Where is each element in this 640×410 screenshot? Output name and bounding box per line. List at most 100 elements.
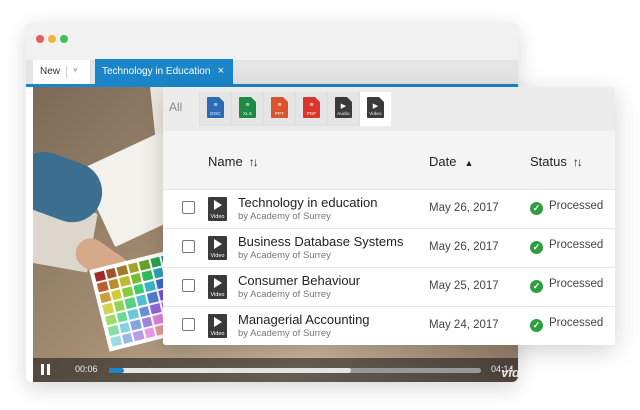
color-swatch — [113, 300, 125, 312]
xls-file-icon: ≡ XLS — [239, 97, 256, 118]
color-swatch — [130, 273, 142, 285]
filter-doc-button[interactable]: ≡ DOC — [199, 92, 231, 126]
close-window-button[interactable] — [36, 35, 44, 43]
filter-audio-button[interactable]: ▶ Audio — [327, 92, 359, 126]
tab-technology-in-education[interactable]: Technology in Education × — [95, 59, 233, 85]
file-glyph: ≡ — [245, 102, 250, 109]
color-swatch — [144, 281, 156, 293]
row-byline: by Academy of Surrey — [238, 289, 331, 300]
status-label: Processed — [549, 200, 604, 212]
column-header-label: Name — [208, 154, 243, 169]
color-swatch — [127, 308, 139, 320]
maximize-window-button[interactable] — [60, 35, 68, 43]
file-type-tag: Video — [210, 214, 225, 220]
play-icon — [214, 239, 222, 249]
row-checkbox[interactable] — [182, 201, 195, 214]
color-swatch — [129, 319, 142, 331]
color-swatch — [149, 256, 162, 268]
window-titlebar — [26, 22, 518, 60]
filter-xls-button[interactable]: ≡ XLS — [231, 92, 263, 126]
color-swatch — [143, 327, 156, 339]
media-list-panel: All ≡ DOC ≡ XLS ≡ PPT ≡ PDF ▶ Audio ▶ Video Name ↑↓ … — [163, 87, 615, 345]
video-file-icon: Video — [208, 314, 227, 338]
color-swatch — [141, 270, 153, 282]
color-swatch — [141, 316, 153, 328]
row-status: ✓ Processed — [530, 278, 603, 293]
column-header-label: Date — [429, 154, 457, 169]
color-swatch — [116, 311, 128, 323]
row-date: May 26, 2017 — [429, 202, 499, 214]
video-file-icon: Video — [208, 197, 227, 221]
color-swatch — [102, 303, 114, 315]
row-checkbox[interactable] — [182, 279, 195, 292]
color-swatch — [118, 321, 131, 334]
chevron-down-icon[interactable]: ▾ — [73, 65, 78, 76]
sort-icon[interactable]: ↑↓ — [249, 155, 259, 169]
tab-label: Technology in Education — [102, 66, 211, 77]
table-row[interactable]: Video Consumer Behaviour by Academy of Sur… — [163, 268, 615, 307]
file-glyph: ≡ — [213, 102, 218, 109]
status-label: Processed — [549, 317, 604, 329]
pause-icon[interactable] — [41, 364, 50, 375]
status-label: Processed — [549, 278, 604, 290]
color-swatch — [132, 330, 145, 342]
color-swatch — [105, 267, 117, 280]
row-title[interactable]: Managerial Accounting — [238, 312, 370, 327]
play-icon — [214, 200, 222, 210]
new-tab-button[interactable]: New ▾ — [33, 60, 91, 84]
row-checkbox[interactable] — [182, 240, 195, 253]
color-swatch — [133, 283, 145, 296]
sort-ascending-icon[interactable]: ▲ — [464, 158, 473, 168]
column-header-date[interactable]: Date ▲ — [429, 154, 473, 169]
color-swatch — [110, 289, 123, 301]
minimize-window-button[interactable] — [48, 35, 56, 43]
color-swatch — [96, 281, 109, 293]
file-glyph: ▶ — [372, 103, 379, 110]
column-header-status[interactable]: Status ↑↓ — [530, 154, 583, 169]
audio-file-icon: ▶ Audio — [335, 97, 352, 118]
color-swatch — [138, 259, 151, 271]
row-title[interactable]: Technology in education — [238, 195, 378, 210]
filter-video-button[interactable]: ▶ Video — [359, 92, 391, 126]
table-row[interactable]: Video Business Database Systems by Academy… — [163, 229, 615, 268]
color-swatch — [127, 262, 140, 274]
status-label: Processed — [549, 239, 604, 251]
row-title[interactable]: Consumer Behaviour — [238, 273, 360, 288]
divider — [66, 66, 67, 78]
file-type-tag: Audio — [337, 111, 350, 116]
close-tab-icon[interactable]: × — [218, 65, 224, 77]
video-file-icon: Video — [208, 275, 227, 299]
color-swatch — [110, 335, 122, 347]
column-header-name[interactable]: Name ↑↓ — [208, 154, 259, 169]
file-type-tag: Video — [369, 111, 382, 116]
video-controls: 00:06 04:14 — [33, 358, 518, 382]
current-time: 00:06 — [75, 364, 98, 374]
table-header: Name ↑↓ Date ▲ Status ↑↓ — [163, 131, 615, 190]
ppt-file-icon: ≡ PPT — [271, 97, 288, 118]
table-row[interactable]: Video Technology in education by Academy o… — [163, 190, 615, 229]
column-header-label: Status — [530, 154, 567, 169]
row-status: ✓ Processed — [530, 239, 603, 254]
seek-bar-buffered — [109, 368, 351, 373]
row-date: May 24, 2017 — [429, 319, 499, 331]
play-icon — [214, 317, 222, 327]
color-swatch — [94, 270, 106, 282]
filter-ppt-button[interactable]: ≡ PPT — [263, 92, 295, 126]
filter-all-button[interactable]: All — [169, 100, 182, 114]
pdf-file-icon: ≡ PDF — [303, 97, 320, 118]
row-checkbox[interactable] — [182, 318, 195, 331]
new-tab-label: New — [40, 66, 61, 77]
video-file-icon: Video — [208, 236, 227, 260]
row-date: May 25, 2017 — [429, 280, 499, 292]
video-watermark: vid — [501, 365, 518, 380]
doc-file-icon: ≡ DOC — [207, 97, 224, 118]
color-swatch — [138, 305, 150, 317]
color-swatch — [104, 313, 117, 326]
file-type-tag: XLS — [242, 111, 253, 116]
seek-bar[interactable] — [109, 368, 481, 373]
table-row[interactable]: Video Managerial Accounting by Academy of … — [163, 307, 615, 345]
color-swatch — [124, 297, 136, 309]
row-title[interactable]: Business Database Systems — [238, 234, 403, 249]
sort-icon[interactable]: ↑↓ — [573, 155, 583, 169]
filter-pdf-button[interactable]: ≡ PDF — [295, 92, 327, 126]
